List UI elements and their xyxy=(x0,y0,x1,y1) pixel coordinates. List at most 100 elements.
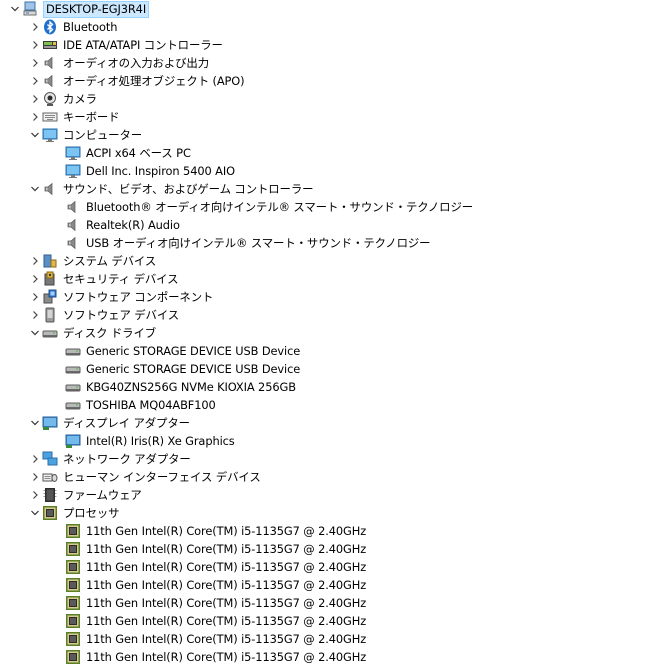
computer-icon xyxy=(22,1,38,17)
tree-device-item[interactable]: 11th Gen Intel(R) Core(TM) i5-1135G7 @ 2… xyxy=(65,540,366,558)
tree-category-15[interactable]: ヒューマン インターフェイス デバイス xyxy=(28,468,261,486)
tree-category-10[interactable]: ソフトウェア コンポーネント xyxy=(28,288,213,306)
category-label: コンピューター xyxy=(63,128,143,142)
tree-category-14[interactable]: ネットワーク アダプター xyxy=(28,450,191,468)
tree-device-item[interactable]: Generic STORAGE DEVICE USB Device xyxy=(65,342,300,360)
category-label: ソフトウェア デバイス xyxy=(63,308,180,322)
device-label: Intel(R) Iris(R) Xe Graphics xyxy=(86,434,235,448)
category-label: プロセッサ xyxy=(63,506,120,520)
tree-category-0[interactable]: Bluetooth xyxy=(28,18,118,36)
device-label: Bluetooth® オーディオ向けインテル® スマート・サウンド・テクノロジー xyxy=(86,200,474,214)
speaker-icon xyxy=(42,73,58,89)
device-label: Realtek(R) Audio xyxy=(86,218,180,232)
chevron-right-icon[interactable] xyxy=(28,468,42,486)
device-label: Generic STORAGE DEVICE USB Device xyxy=(86,362,301,376)
camera-icon xyxy=(42,91,58,107)
category-label: カメラ xyxy=(63,92,97,106)
tree-category-12[interactable]: ディスク ドライブ xyxy=(28,324,156,342)
tree-device-item[interactable]: KBG40ZNS256G NVMe KIOXIA 256GB xyxy=(65,378,296,396)
keyboard-icon xyxy=(42,109,58,125)
processor-icon xyxy=(65,523,81,539)
chevron-right-icon[interactable] xyxy=(28,450,42,468)
tree-category-5[interactable]: キーボード xyxy=(28,108,120,126)
device-label: 11th Gen Intel(R) Core(TM) i5-1135G7 @ 2… xyxy=(86,560,367,574)
chevron-right-icon[interactable] xyxy=(28,270,42,288)
device-label: 11th Gen Intel(R) Core(TM) i5-1135G7 @ 2… xyxy=(86,614,367,628)
chevron-down-icon[interactable] xyxy=(28,180,42,198)
tree-device-item[interactable]: Dell Inc. Inspiron 5400 AIO xyxy=(65,162,235,180)
chevron-right-icon[interactable] xyxy=(28,72,42,90)
chevron-down-icon[interactable] xyxy=(28,324,42,342)
speaker-icon xyxy=(65,217,81,233)
monitor-icon xyxy=(65,163,81,179)
category-label: ソフトウェア コンポーネント xyxy=(63,290,214,304)
device-label: TOSHIBA MQ04ABF100 xyxy=(86,398,216,412)
tree-category-7[interactable]: サウンド、ビデオ、およびゲーム コントローラー xyxy=(28,180,314,198)
tree-root[interactable]: DESKTOP-EGJ3R4I xyxy=(8,0,150,18)
speaker-icon xyxy=(42,55,58,71)
speaker-icon xyxy=(42,181,58,197)
chevron-right-icon[interactable] xyxy=(28,306,42,324)
tree-device-item[interactable]: 11th Gen Intel(R) Core(TM) i5-1135G7 @ 2… xyxy=(65,648,366,666)
category-label: ディスプレイ アダプター xyxy=(63,416,190,430)
tree-device-item[interactable]: Generic STORAGE DEVICE USB Device xyxy=(65,360,300,378)
category-label: システム デバイス xyxy=(63,254,157,268)
tree-device-item[interactable]: Intel(R) Iris(R) Xe Graphics xyxy=(65,432,235,450)
tree-device-item[interactable]: 11th Gen Intel(R) Core(TM) i5-1135G7 @ 2… xyxy=(65,612,366,630)
network-adapter-icon xyxy=(42,451,58,467)
tree-category-1[interactable]: IDE ATA/ATAPI コントローラー xyxy=(28,36,223,54)
root-label: DESKTOP-EGJ3R4I xyxy=(43,0,150,18)
category-label: ヒューマン インターフェイス デバイス xyxy=(63,470,261,484)
chevron-down-icon[interactable] xyxy=(28,504,42,522)
category-label: キーボード xyxy=(63,110,120,124)
device-tree[interactable]: DESKTOP-EGJ3R4I Bluetooth IDE ATA/ATAPI コン… xyxy=(0,0,663,666)
tree-device-item[interactable]: 11th Gen Intel(R) Core(TM) i5-1135G7 @ 2… xyxy=(65,630,366,648)
hid-icon xyxy=(42,469,58,485)
firmware-icon xyxy=(42,487,58,503)
category-label: ネットワーク アダプター xyxy=(63,452,191,466)
category-label: ディスク ドライブ xyxy=(63,326,157,340)
chevron-right-icon[interactable] xyxy=(28,108,42,126)
chevron-right-icon[interactable] xyxy=(28,486,42,504)
tree-device-item[interactable]: Realtek(R) Audio xyxy=(65,216,180,234)
tree-category-6[interactable]: コンピューター xyxy=(28,126,142,144)
tree-device-item[interactable]: 11th Gen Intel(R) Core(TM) i5-1135G7 @ 2… xyxy=(65,558,366,576)
chevron-right-icon[interactable] xyxy=(28,288,42,306)
tree-device-item[interactable]: ACPI x64 ベース PC xyxy=(65,144,191,162)
tree-category-17[interactable]: プロセッサ xyxy=(28,504,120,522)
processor-icon xyxy=(42,505,58,521)
chevron-right-icon[interactable] xyxy=(28,36,42,54)
speaker-icon xyxy=(65,199,81,215)
tree-category-16[interactable]: ファームウェア xyxy=(28,486,142,504)
tree-device-item[interactable]: USB オーディオ向けインテル® スマート・サウンド・テクノロジー xyxy=(65,234,431,252)
chevron-right-icon[interactable] xyxy=(28,18,42,36)
processor-icon xyxy=(65,559,81,575)
device-label: Dell Inc. Inspiron 5400 AIO xyxy=(86,164,235,178)
chevron-right-icon[interactable] xyxy=(28,90,42,108)
category-label: オーディオの入力および出力 xyxy=(63,56,209,70)
chevron-right-icon[interactable] xyxy=(28,54,42,72)
category-label: IDE ATA/ATAPI コントローラー xyxy=(63,38,223,52)
tree-category-11[interactable]: ソフトウェア デバイス xyxy=(28,306,179,324)
tree-device-item[interactable]: 11th Gen Intel(R) Core(TM) i5-1135G7 @ 2… xyxy=(65,522,366,540)
display-adapter-icon xyxy=(42,415,58,431)
device-label: 11th Gen Intel(R) Core(TM) i5-1135G7 @ 2… xyxy=(86,596,367,610)
tree-category-3[interactable]: オーディオ処理オブジェクト (APO) xyxy=(28,72,245,90)
tree-device-item[interactable]: Bluetooth® オーディオ向けインテル® スマート・サウンド・テクノロジー xyxy=(65,198,473,216)
device-label: 11th Gen Intel(R) Core(TM) i5-1135G7 @ 2… xyxy=(86,524,367,538)
tree-device-item[interactable]: TOSHIBA MQ04ABF100 xyxy=(65,396,216,414)
chevron-right-icon[interactable] xyxy=(28,252,42,270)
tree-category-13[interactable]: ディスプレイ アダプター xyxy=(28,414,190,432)
tree-category-8[interactable]: システム デバイス xyxy=(28,252,156,270)
tree-category-9[interactable]: セキュリティ デバイス xyxy=(28,270,179,288)
security-device-icon xyxy=(42,271,58,287)
chevron-down-icon[interactable] xyxy=(8,0,22,18)
processor-icon xyxy=(65,577,81,593)
tree-category-2[interactable]: オーディオの入力および出力 xyxy=(28,54,209,72)
speaker-icon xyxy=(65,235,81,251)
tree-category-4[interactable]: カメラ xyxy=(28,90,97,108)
tree-device-item[interactable]: 11th Gen Intel(R) Core(TM) i5-1135G7 @ 2… xyxy=(65,594,366,612)
tree-device-item[interactable]: 11th Gen Intel(R) Core(TM) i5-1135G7 @ 2… xyxy=(65,576,366,594)
chevron-down-icon[interactable] xyxy=(28,414,42,432)
chevron-down-icon[interactable] xyxy=(28,126,42,144)
